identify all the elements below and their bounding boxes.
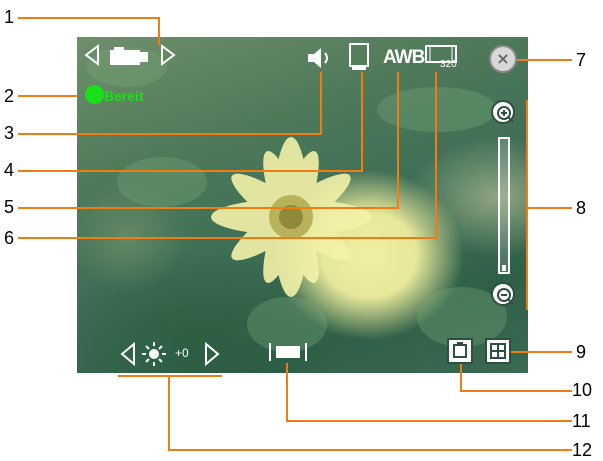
callout-line-12-vertical bbox=[168, 375, 170, 451]
callout-number-8: 8 bbox=[576, 198, 587, 218]
callout-number-12: 12 bbox=[572, 440, 593, 460]
camera-viewfinder bbox=[77, 37, 528, 373]
callout-line-2 bbox=[18, 95, 78, 97]
callout-line-12 bbox=[168, 449, 572, 451]
callout-number-1: 1 bbox=[4, 7, 15, 27]
chevron-right-icon bbox=[161, 44, 176, 66]
exposure-control-icons bbox=[120, 341, 220, 367]
callout-line-8-bracket bbox=[526, 100, 528, 310]
callout-line-11 bbox=[286, 420, 572, 422]
callout-line-4 bbox=[18, 170, 363, 172]
callout-line-12-bracket bbox=[118, 375, 222, 377]
callout-number-9: 9 bbox=[576, 342, 587, 362]
callout-line-1 bbox=[18, 17, 159, 19]
callout-number-11: 11 bbox=[572, 411, 591, 431]
callout-line-3 bbox=[18, 133, 322, 135]
callout-line-10-vertical bbox=[460, 364, 462, 392]
mode-selector[interactable] bbox=[84, 44, 176, 66]
close-button[interactable]: × bbox=[489, 45, 517, 73]
camera-settings-button[interactable] bbox=[447, 338, 473, 364]
callout-number-7: 7 bbox=[576, 50, 587, 70]
frame-icon[interactable] bbox=[268, 341, 308, 363]
zoom-slider-thumb[interactable] bbox=[502, 265, 506, 271]
callout-line-5 bbox=[18, 207, 399, 209]
callout-line-10 bbox=[460, 390, 572, 392]
chevron-left-icon bbox=[84, 44, 99, 66]
zoom-in-button[interactable] bbox=[491, 100, 515, 124]
callout-line-4-vertical bbox=[361, 72, 363, 172]
callout-line-6-vertical bbox=[435, 72, 437, 239]
resolution-indicator[interactable]: 320 bbox=[424, 43, 460, 71]
callout-line-9 bbox=[511, 351, 572, 353]
resolution-label: 320 bbox=[440, 59, 457, 70]
callout-line-5-vertical bbox=[397, 72, 399, 209]
callout-number-5: 5 bbox=[4, 197, 15, 217]
callout-number-10: 10 bbox=[572, 380, 593, 400]
callout-number-6: 6 bbox=[4, 228, 15, 248]
grid-menu-icon bbox=[490, 343, 506, 359]
callout-line-6 bbox=[18, 237, 437, 239]
callout-number-2: 2 bbox=[4, 86, 15, 106]
zoom-out-button[interactable] bbox=[491, 282, 515, 306]
camera-settings-icon bbox=[453, 342, 467, 358]
callout-number-3: 3 bbox=[4, 123, 15, 143]
zoom-in-icon bbox=[497, 106, 514, 123]
zoom-slider[interactable] bbox=[498, 137, 510, 274]
memory-card-icon bbox=[349, 43, 369, 70]
callout-line-1-vertical bbox=[158, 17, 160, 45]
callout-line-8 bbox=[526, 207, 572, 209]
callout-line-3-vertical bbox=[320, 72, 322, 135]
zoom-out-icon bbox=[497, 288, 514, 305]
callout-line-7 bbox=[517, 59, 572, 61]
white-balance-label[interactable]: AWB bbox=[383, 47, 425, 69]
flower-image bbox=[211, 137, 371, 297]
grid-menu-button[interactable] bbox=[485, 338, 511, 364]
status-indicator-dot bbox=[85, 85, 104, 104]
exposure-control[interactable]: +0 bbox=[120, 340, 220, 368]
exposure-value: +0 bbox=[175, 346, 189, 360]
camcorder-mode-icon bbox=[110, 50, 140, 65]
callout-line-11-vertical bbox=[286, 363, 288, 422]
speaker-icon bbox=[308, 48, 328, 68]
callout-number-4: 4 bbox=[4, 160, 15, 180]
status-label: Bereit bbox=[104, 88, 144, 104]
